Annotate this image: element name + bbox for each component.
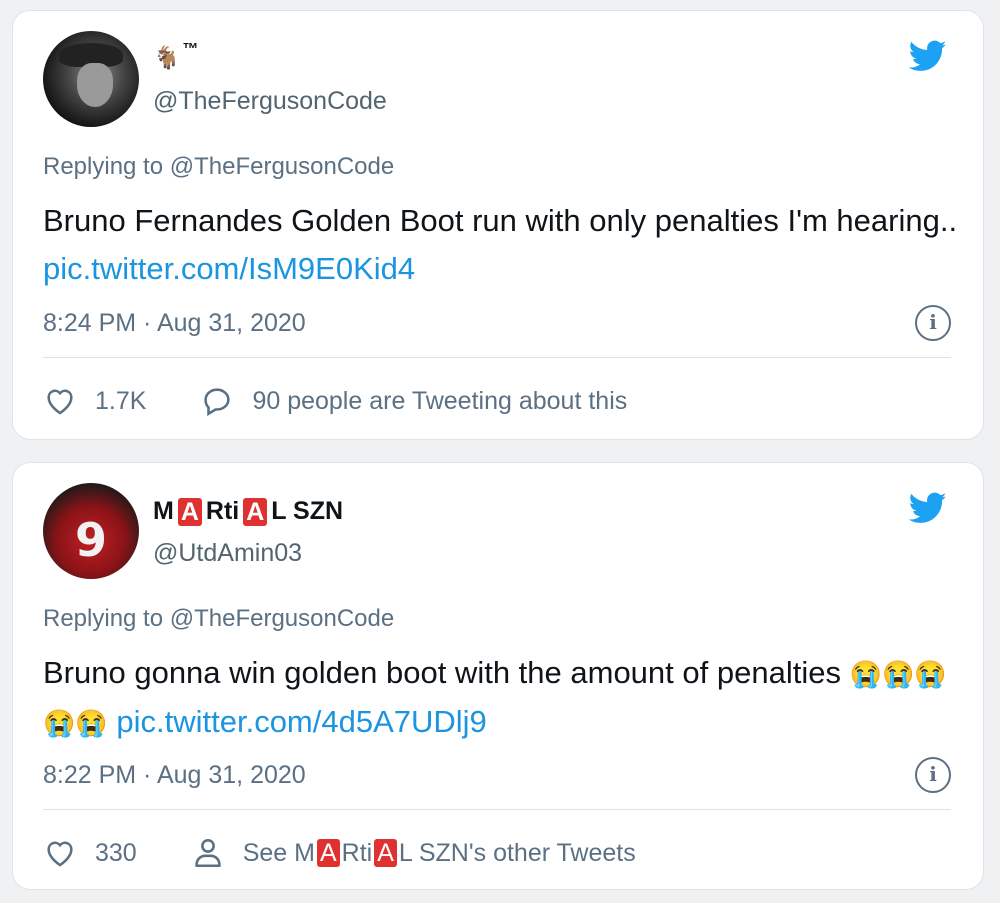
crying-emoji-icon: 😭	[914, 659, 947, 689]
user-handle[interactable]: @TheFergusonCode	[153, 87, 387, 116]
tweet-text: Bruno Fernandes Golden Boot run with onl…	[43, 197, 963, 293]
like-button[interactable]: 330	[43, 836, 137, 870]
person-icon	[195, 838, 221, 868]
avatar-face-shape	[77, 63, 113, 107]
tweet-card[interactable]: 9 M A Rti A L SZN @UtdAmin03 Replying to…	[12, 462, 984, 890]
tweet-link[interactable]: pic.twitter.com/IsM9E0Kid4	[43, 251, 415, 286]
tweet-actions: 1.7K 90 people are Tweeting about this	[43, 381, 681, 421]
twitter-bird-icon[interactable]	[905, 489, 951, 527]
replying-to[interactable]: Replying to @TheFergusonCode	[43, 605, 394, 633]
tweet-link[interactable]: pic.twitter.com/4d5A7UDlj9	[116, 704, 486, 739]
heart-icon	[47, 841, 73, 867]
like-count: 330	[95, 838, 137, 867]
crying-emoji-icon: 😭	[849, 659, 882, 689]
avatar[interactable]	[43, 31, 139, 127]
conversation-button[interactable]: 90 people are Tweeting about this	[200, 384, 627, 418]
see-other-tweets-button[interactable]: See M A Rti A L SZN's other Tweets	[191, 836, 636, 870]
divider	[43, 809, 951, 810]
info-icon[interactable]: i	[915, 305, 951, 341]
avatar[interactable]: 9	[43, 483, 139, 579]
display-name-part: L SZN	[271, 497, 344, 525]
display-name-a-badge: A	[177, 497, 202, 526]
label-part: L SZN's other Tweets	[398, 838, 636, 867]
twitter-bird-icon[interactable]	[905, 37, 951, 75]
timestamp[interactable]: 8:24 PM · Aug 31, 2020	[43, 309, 306, 338]
tweet-card[interactable]: 🐐 ™ @TheFergusonCode Replying to @TheFer…	[12, 10, 984, 440]
see-other-tweets-label: See M A Rti A L SZN's other Tweets	[242, 838, 636, 868]
info-icon[interactable]: i	[915, 757, 951, 793]
timestamp[interactable]: 8:22 PM · Aug 31, 2020	[43, 761, 306, 790]
display-name-part: Rti	[205, 497, 240, 525]
like-count: 1.7K	[95, 386, 147, 415]
user-handle[interactable]: @UtdAmin03	[153, 539, 302, 568]
display-name-a-badge: A	[243, 497, 268, 526]
label-a-badge: A	[316, 838, 340, 867]
crying-emoji-icon: 😭	[881, 659, 915, 689]
like-button[interactable]: 1.7K	[43, 384, 146, 418]
avatar-shirt-number: 9	[74, 513, 107, 567]
comment-icon	[204, 388, 231, 417]
conversation-label: 90 people are Tweeting about this	[252, 386, 628, 415]
crying-emoji-icon: 😭	[43, 708, 76, 738]
trademark-symbol: ™	[182, 41, 199, 58]
display-name-part: M	[153, 497, 174, 525]
label-part: Rti	[341, 838, 373, 867]
display-name[interactable]: 🐐 ™	[153, 41, 198, 71]
tweet-body: Bruno Fernandes Golden Boot run with onl…	[43, 203, 958, 238]
replying-to[interactable]: Replying to @TheFergusonCode	[43, 153, 394, 181]
goat-emoji-icon: 🐐	[153, 45, 181, 70]
tweet-text: Bruno gonna win golden boot with the amo…	[43, 649, 963, 747]
tweet-body: Bruno gonna win golden boot with the amo…	[43, 655, 850, 690]
label-a-badge: A	[374, 838, 397, 867]
crying-emoji-icon: 😭	[75, 708, 108, 738]
display-name[interactable]: M A Rti A L SZN	[153, 497, 343, 526]
label-part: See M	[242, 838, 315, 867]
divider	[43, 357, 951, 358]
heart-icon	[47, 389, 73, 415]
tweet-actions: 330 See M A Rti A L SZN's other Tweets	[43, 833, 690, 873]
